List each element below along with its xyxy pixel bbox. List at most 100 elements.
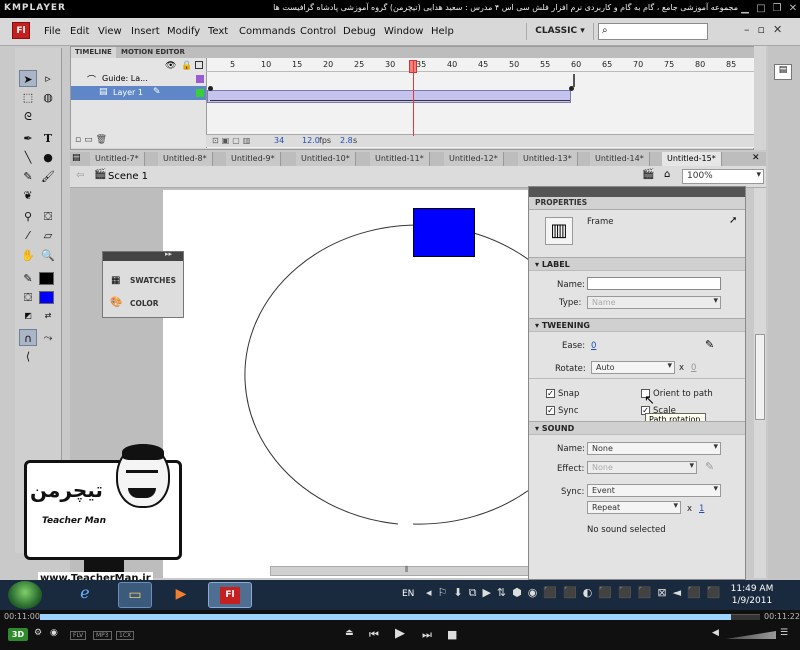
eye-icon[interactable]: 👁 — [165, 61, 176, 71]
library-icon[interactable]: ▤ — [774, 64, 792, 80]
app-minimize-icon[interactable]: – — [744, 23, 758, 36]
repeat-count[interactable]: 1 — [699, 504, 704, 514]
media-player-icon[interactable]: ▶ — [164, 582, 198, 608]
timeline-scrollbar[interactable] — [754, 46, 766, 150]
app-close-icon[interactable]: ✕ — [773, 23, 790, 36]
lasso-tool-icon[interactable]: ᘓ — [19, 108, 37, 125]
3d-rotation-tool-icon[interactable]: ◍ — [39, 89, 57, 106]
new-folder-icon[interactable]: ▭ — [84, 135, 96, 145]
scroll-thumb[interactable] — [755, 334, 765, 420]
3d-button[interactable]: 3D — [8, 628, 28, 641]
tab-document[interactable]: Untitled-8* — [158, 152, 213, 166]
swatches-label[interactable]: SWATCHES — [130, 276, 176, 285]
tab-document[interactable]: Untitled-9* — [226, 152, 281, 166]
tab-motion-editor[interactable]: MOTION EDITOR — [117, 47, 189, 58]
menu-commands[interactable]: Commands — [239, 26, 296, 37]
zoom-select[interactable]: 100% — [682, 169, 764, 184]
app-restore-icon[interactable]: ▫ — [758, 23, 773, 36]
rotate-times[interactable]: 0 — [691, 363, 696, 373]
brush-tool-icon[interactable]: 🖌 — [39, 168, 57, 185]
eyedropper-tool-icon[interactable]: ⁄ — [19, 227, 37, 244]
settings-icon[interactable]: ⚙ — [34, 628, 42, 638]
tray-icons[interactable]: ◂⚐⬇⧉▶⇅⬢◉⬛⬛◐⬛⬛⬛⊠◄⬛⬛ — [426, 586, 726, 600]
color-label[interactable]: COLOR — [130, 299, 159, 308]
stroke-color-swatch[interactable] — [39, 272, 54, 285]
delete-layer-icon[interactable]: 🗑 — [96, 135, 110, 145]
rotate-select[interactable]: Auto — [591, 361, 675, 374]
repeat-select[interactable]: Repeat — [587, 501, 681, 514]
pen-tool-icon[interactable]: ✒ — [19, 130, 37, 147]
flash-taskbar-button[interactable]: Fl — [208, 582, 252, 608]
panel-titlebar[interactable] — [529, 187, 745, 197]
play-icon[interactable]: ▶ — [395, 626, 405, 641]
tab-document[interactable]: Untitled-10* — [296, 152, 356, 166]
close-icon[interactable]: ✕ — [786, 2, 800, 15]
explorer-icon[interactable]: ▭ — [118, 582, 152, 608]
menu-edit[interactable]: Edit — [70, 26, 89, 37]
blue-square[interactable] — [413, 208, 475, 257]
paint-bucket-tool-icon[interactable]: ⛋ — [39, 208, 57, 225]
subselection-tool-icon[interactable]: ▹ — [39, 70, 57, 87]
menu-insert[interactable]: Insert — [131, 26, 160, 37]
layer-row-guide[interactable]: ⌒ Guide: La... — [71, 72, 206, 86]
hand-tool-icon[interactable]: ✋ — [19, 247, 37, 264]
ease-value[interactable]: 0 — [591, 341, 596, 351]
sound-name-select[interactable]: None — [587, 442, 721, 455]
sync-checkbox[interactable]: ✓ — [546, 406, 555, 415]
frame-name-input[interactable] — [587, 277, 721, 290]
menu-text[interactable]: Text — [208, 26, 228, 37]
restore-icon[interactable]: ❐ — [770, 2, 784, 15]
selection-tool-icon[interactable]: ➤ — [19, 70, 37, 87]
straighten-icon[interactable]: ⟨ — [19, 348, 37, 365]
text-tool-icon[interactable]: T — [39, 130, 57, 147]
next-icon[interactable]: ⏭ — [422, 628, 432, 642]
volume-icon[interactable]: ◀ — [712, 628, 719, 638]
effect-select[interactable]: None — [587, 461, 697, 474]
tab-document-active[interactable]: Untitled-15* — [662, 152, 722, 166]
black-white-icon[interactable]: ◩ — [19, 307, 37, 324]
start-button[interactable] — [8, 581, 42, 609]
taskbar-clock[interactable]: 11:49 AM 1/9/2011 — [722, 583, 782, 607]
edit-easing-icon[interactable]: ✎ — [705, 338, 714, 351]
layer-row-layer1[interactable]: ▤ Layer 1 ✎ — [71, 86, 206, 100]
snap-checkbox[interactable]: ✓ — [546, 389, 555, 398]
edit-scene-icon[interactable]: 🎬 — [642, 169, 654, 180]
panel-titlebar[interactable]: ▸▸ — [103, 250, 183, 261]
tab-document[interactable]: Untitled-13* — [518, 152, 578, 166]
help-search-input[interactable]: ⌕ — [598, 23, 708, 40]
frame-ruler[interactable]: 5 10 15 20 25 30 35 40 45 50 55 60 65 70… — [206, 57, 754, 69]
tab-close-icon[interactable]: ✕ — [752, 153, 760, 163]
properties-tab[interactable]: PROPERTIES — [535, 198, 587, 207]
pencil-tool-icon[interactable]: ✎ — [19, 168, 37, 185]
horizontal-scrollbar[interactable]: ⦀ — [270, 565, 530, 576]
label-type-select[interactable]: Name — [587, 296, 721, 309]
line-tool-icon[interactable]: ╲ — [19, 149, 37, 166]
playlist-icon[interactable]: ☰ — [780, 628, 788, 638]
sync-select[interactable]: Event — [587, 484, 721, 497]
scene-name[interactable]: Scene 1 — [108, 171, 148, 182]
menu-window[interactable]: Window — [384, 26, 423, 37]
frame-grid[interactable] — [207, 58, 755, 148]
collapse-icon[interactable]: ▸▸ — [165, 250, 172, 258]
properties-scrollbar[interactable] — [754, 188, 766, 578]
smooth-icon[interactable]: ⤳ — [39, 329, 57, 346]
tweening-section[interactable]: ▾ TWEENING — [529, 318, 745, 332]
label-section[interactable]: ▾ LABEL — [529, 257, 745, 271]
tab-document[interactable]: Untitled-12* — [444, 152, 504, 166]
stage[interactable] — [163, 190, 530, 578]
free-transform-tool-icon[interactable]: ⬚ — [19, 89, 37, 106]
deco-tool-icon[interactable]: ❦ — [19, 187, 37, 204]
swap-colors-icon[interactable]: ⇄ — [39, 307, 57, 324]
fill-color-swatch[interactable] — [39, 291, 54, 304]
outline-icon[interactable] — [195, 61, 203, 69]
oval-tool-icon[interactable]: ● — [39, 149, 57, 166]
menu-help[interactable]: Help — [431, 26, 454, 37]
new-layer-icon[interactable]: ▫ — [75, 135, 84, 145]
menu-file[interactable]: File — [44, 26, 61, 37]
menu-modify[interactable]: Modify — [167, 26, 200, 37]
maximize-icon[interactable]: □ — [754, 2, 768, 15]
minimize-icon[interactable]: ▁ — [738, 2, 752, 15]
workspace-switcher[interactable]: CLASSIC ▾ — [526, 23, 594, 40]
tab-document[interactable]: Untitled-11* — [370, 152, 430, 166]
menu-debug[interactable]: Debug — [343, 26, 376, 37]
